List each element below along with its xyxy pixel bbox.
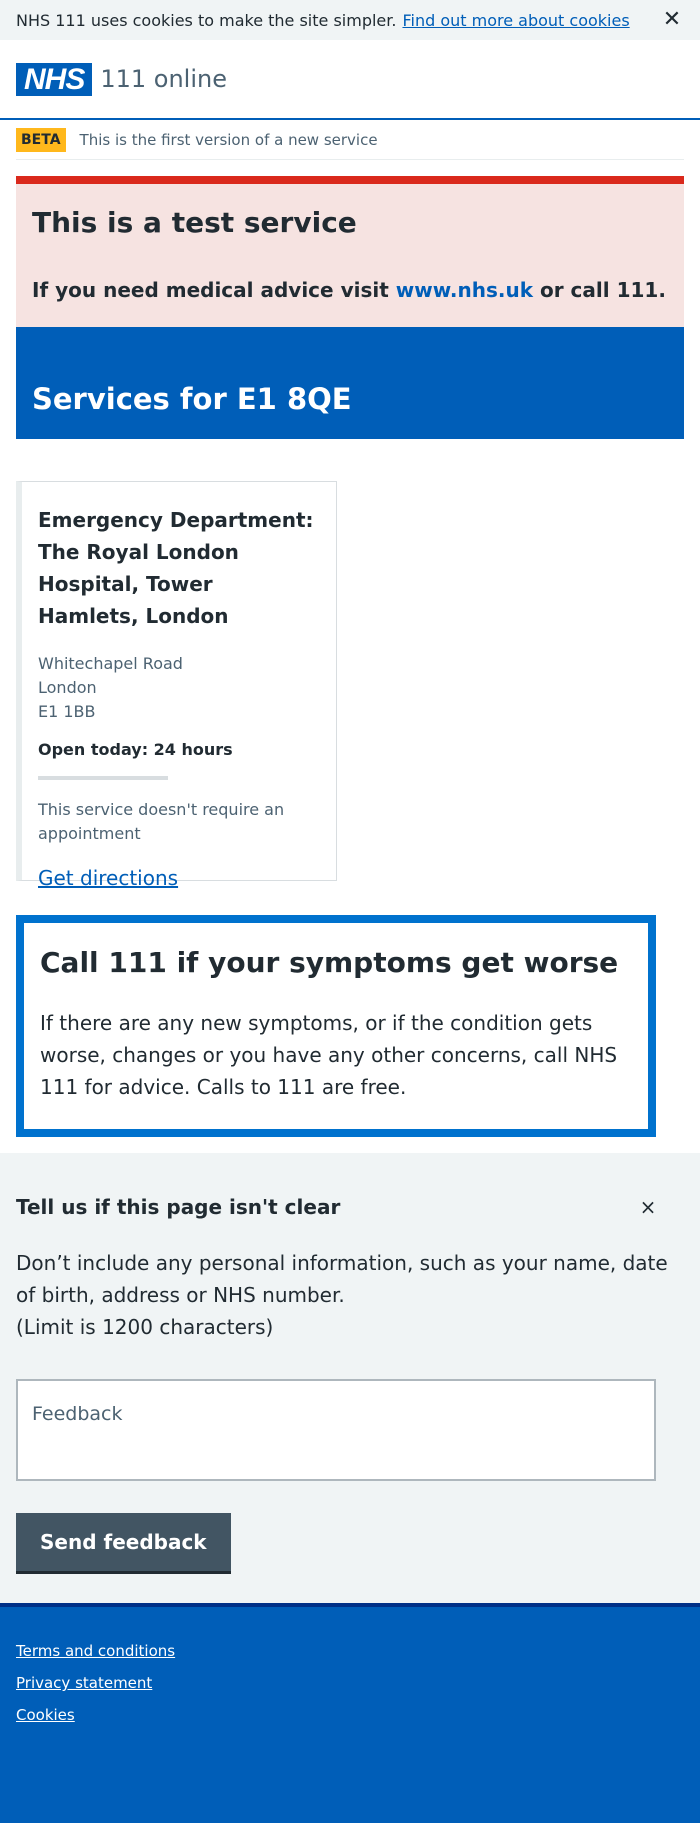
- feedback-info-text: Don’t include any personal information, …: [16, 1251, 668, 1307]
- footer-link-privacy[interactable]: Privacy statement: [16, 1673, 684, 1693]
- test-service-body-suffix: or call 111.: [539, 278, 666, 302]
- care-card-body: If there are any new symptoms, or if the…: [40, 1011, 618, 1099]
- feedback-header: Tell us if this page isn't clear ×: [16, 1195, 684, 1219]
- page-title: Services for E1 8QE: [32, 382, 352, 416]
- appointment-info: This service doesn't require an appointm…: [38, 800, 285, 843]
- get-directions-link[interactable]: Get directions: [38, 864, 178, 892]
- cookie-banner: NHS 111 uses cookies to make the site si…: [0, 0, 700, 40]
- address-line: Whitechapel Road: [38, 654, 183, 673]
- cookie-banner-text: NHS 111 uses cookies to make the site si…: [16, 10, 397, 30]
- nhs-logo[interactable]: NHS: [16, 62, 93, 96]
- service-address: Whitechapel Road London E1 1BB: [38, 652, 320, 724]
- care-card-title: Call 111 if your symptoms get worse: [40, 946, 619, 979]
- test-service-body: If you need medical advice visit www.nhs…: [32, 276, 668, 304]
- site-header: NHS 111 online: [0, 40, 700, 120]
- test-service-warning: This is a test service If you need medic…: [16, 176, 684, 327]
- feedback-section: Tell us if this page isn't clear × Don’t…: [0, 1153, 700, 1603]
- service-name[interactable]: 111 online: [100, 65, 227, 93]
- care-card: Call 111 if your symptoms get worse If t…: [16, 915, 656, 1137]
- beta-tag: BETA: [16, 127, 66, 152]
- cookie-banner-text-wrap: NHS 111 uses cookies to make the site si…: [16, 11, 630, 30]
- services-hero: Services for E1 8QE: [16, 327, 684, 439]
- nhs-website-link[interactable]: www.nhs.uk: [396, 278, 533, 302]
- divider: [38, 776, 168, 780]
- footer-link-terms[interactable]: Terms and conditions: [16, 1641, 684, 1661]
- feedback-limit: (Limit is 1200 characters): [16, 1315, 274, 1339]
- beta-text: This is the first version of a new servi…: [79, 130, 378, 149]
- footer-link-cookies[interactable]: Cookies: [16, 1705, 684, 1725]
- feedback-title: Tell us if this page isn't clear: [16, 1195, 341, 1219]
- opening-times: Open today: 24 hours: [38, 740, 233, 759]
- feedback-input[interactable]: [16, 1379, 656, 1481]
- service-title: Emergency Department: The Royal London H…: [38, 508, 314, 628]
- cookie-info-link[interactable]: Find out more about cookies: [402, 11, 629, 30]
- address-line: London: [38, 678, 97, 697]
- beta-banner: BETA This is the first version of a new …: [16, 120, 684, 160]
- send-feedback-button[interactable]: Send feedback: [16, 1513, 231, 1571]
- test-service-title: This is a test service: [32, 206, 357, 239]
- service-card: Emergency Department: The Royal London H…: [16, 481, 337, 890]
- feedback-info: Don’t include any personal information, …: [16, 1247, 684, 1343]
- close-icon[interactable]: ×: [636, 1195, 660, 1219]
- test-service-body-prefix: If you need medical advice visit: [32, 278, 389, 302]
- close-icon[interactable]: ✕: [660, 9, 684, 31]
- address-line: E1 1BB: [38, 702, 96, 721]
- site-footer: Terms and conditions Privacy statement C…: [0, 1603, 700, 1823]
